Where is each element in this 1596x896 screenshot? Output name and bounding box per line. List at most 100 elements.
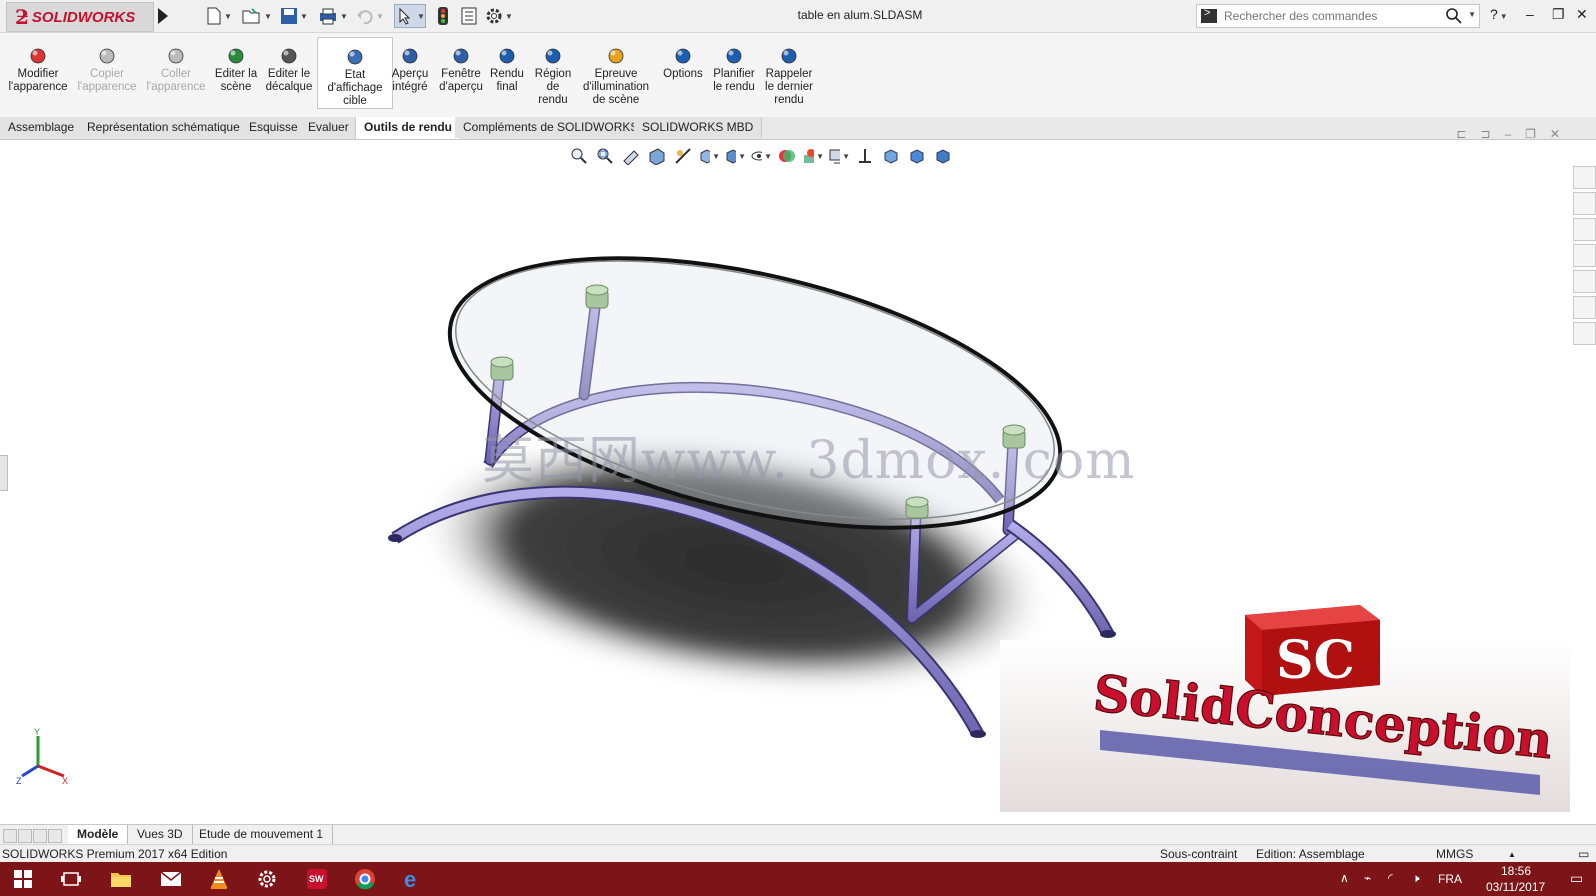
paste-appearance-icon — [165, 47, 187, 65]
edit-appearance-icon[interactable] — [776, 146, 798, 166]
model-tab-0[interactable]: Modèle — [68, 825, 129, 844]
ribbon-button-3[interactable]: Editer la scène — [214, 47, 258, 94]
file-properties-icon — [461, 7, 477, 25]
triad-y-label: Y — [34, 728, 40, 737]
notifications-icon[interactable]: ▭ — [1570, 870, 1583, 887]
ribbon-button-1[interactable]: Copier l'apparence — [76, 47, 138, 94]
section-view-icon[interactable] — [646, 146, 668, 166]
undo-button[interactable]: ▼ — [356, 6, 384, 26]
dynamic-annotation-icon[interactable] — [672, 146, 694, 166]
settings-gear-icon[interactable] — [244, 862, 290, 896]
file-properties-button[interactable] — [460, 6, 478, 26]
volume-icon[interactable]: 🕨 — [1412, 871, 1420, 886]
appearances-icon[interactable] — [1573, 270, 1596, 293]
ribbon-button-11[interactable]: Options — [661, 47, 705, 81]
forum-icon[interactable] — [1573, 322, 1596, 345]
file-explorer-icon[interactable] — [1573, 218, 1596, 241]
clock-time[interactable]: 18:56 — [1501, 864, 1531, 878]
help-icon[interactable]: ? ▼ — [1490, 6, 1508, 22]
ribbon-button-4[interactable]: Editer le décalque — [265, 47, 313, 94]
status-chat-icon[interactable]: ▭ — [1578, 847, 1589, 861]
unit-system-selector[interactable]: MMGS — [1436, 847, 1473, 861]
ribbon-button-12[interactable]: Planifier le rendu — [711, 47, 757, 94]
solidworks-logo[interactable]: ƻ SOLIDWORKS — [6, 2, 154, 32]
open-document-button[interactable]: ▼ — [242, 6, 272, 26]
view-orientation-icon[interactable]: ▼ — [698, 146, 720, 166]
ribbon-button-6[interactable]: Aperçu intégré — [390, 47, 430, 94]
ribbon-button-8[interactable]: Rendu final — [490, 47, 524, 94]
save-icon — [281, 8, 297, 24]
display-style-icon[interactable]: ▼ — [724, 146, 746, 166]
clock-date[interactable]: 03/11/2017 — [1486, 880, 1545, 894]
ribbon-button-label-line: Aperçu — [391, 68, 429, 80]
language-indicator[interactable]: FRA — [1438, 872, 1462, 886]
edge-icon[interactable]: e — [390, 862, 436, 896]
command-search-input[interactable] — [1222, 8, 1446, 24]
vlc-icon[interactable] — [196, 862, 242, 896]
ribbon-button-9[interactable]: Région de rendu — [533, 47, 573, 107]
ribbon-button-7[interactable]: Fenêtre d'aperçu — [438, 47, 484, 94]
tab-1[interactable]: Représentation schématique — [79, 117, 249, 138]
mail-icon[interactable] — [148, 862, 194, 896]
tab-4[interactable]: Outils de rendu — [355, 117, 462, 139]
search-icon[interactable] — [1445, 7, 1463, 25]
hide-show-items-icon[interactable]: ▼ — [750, 146, 772, 166]
isometric-view-icon[interactable] — [880, 146, 902, 166]
zoom-to-fit-icon[interactable] — [568, 146, 590, 166]
chrome-icon[interactable] — [342, 862, 388, 896]
units-caret-icon[interactable]: ▲ — [1508, 850, 1516, 859]
rebuild-button[interactable] — [437, 6, 449, 26]
save-button[interactable]: ▼ — [280, 6, 308, 26]
start-windows-icon[interactable] — [0, 862, 46, 896]
design-library-icon[interactable] — [1573, 192, 1596, 215]
ribbon-button-10[interactable]: Epreuve d'illumination de scène — [580, 47, 652, 107]
print-button[interactable]: ▼ — [318, 6, 348, 26]
file-explorer-taskbar-icon[interactable] — [98, 862, 144, 896]
wifi-icon[interactable]: ◜ — [1388, 871, 1393, 885]
tray-chevron-icon[interactable]: ∧ — [1340, 871, 1349, 885]
options-gear-button[interactable]: ▼ — [485, 6, 513, 26]
title-bar: ƻ SOLIDWORKS ▼ ▼ ▼ ▼ ▼ ▼ ▼ table en alum… — [0, 0, 1596, 33]
tab-5[interactable]: Compléments de SOLIDWORKS — [455, 117, 648, 138]
menu-expand-arrow-icon[interactable] — [158, 8, 168, 24]
new-document-button[interactable]: ▼ — [206, 6, 232, 26]
ribbon-button-2[interactable]: Coller l'apparence — [146, 47, 206, 94]
zoom-to-area-icon[interactable] — [594, 146, 616, 166]
minimize-icon[interactable]: ‒ — [1526, 6, 1534, 22]
select-button[interactable]: ▼ — [394, 4, 426, 28]
feature-manager-toggle[interactable] — [0, 455, 8, 491]
model-tab-2[interactable]: Etude de mouvement 1 — [190, 825, 334, 844]
network-icon[interactable]: ⌁ — [1364, 871, 1371, 885]
model-tab-1[interactable]: Vues 3D — [128, 825, 193, 844]
ribbon-button-13[interactable]: Rappeler le dernier rendu — [763, 47, 815, 107]
previous-view-icon[interactable] — [620, 146, 642, 166]
solidworks-taskbar-icon[interactable]: SW — [294, 862, 340, 896]
custom-properties-icon[interactable] — [1573, 296, 1596, 319]
viewport-window-controls[interactable]: ⊏⊐‒❐✕ — [1456, 127, 1574, 141]
view-palette-icon[interactable] — [1573, 244, 1596, 267]
top-view-icon[interactable] — [932, 146, 954, 166]
tab-6[interactable]: SOLIDWORKS MBD — [634, 117, 763, 138]
first-tab-arrow-icon[interactable] — [3, 829, 17, 843]
tab-3[interactable]: Evaluer — [300, 117, 358, 138]
view-settings-icon[interactable]: ▼ — [828, 146, 850, 166]
front-view-icon[interactable] — [906, 146, 928, 166]
ribbon-button-5[interactable]: Etat d'affichage cible — [317, 37, 393, 109]
svg-text:SW: SW — [309, 874, 324, 884]
close-icon[interactable]: ✕ — [1576, 6, 1588, 23]
print-icon — [320, 8, 336, 25]
document-title: table en alum.SLDASM — [797, 8, 923, 22]
apply-scene-icon[interactable]: ▼ — [802, 146, 824, 166]
restore-icon[interactable]: ❐ — [1552, 6, 1565, 23]
last-tab-arrow-icon[interactable] — [48, 829, 62, 843]
model-view-tabs: Modèle Vues 3D Etude de mouvement 1 — [0, 824, 1596, 845]
prev-tab-arrow-icon[interactable] — [18, 829, 32, 843]
next-tab-arrow-icon[interactable] — [33, 829, 47, 843]
ribbon-button-0[interactable]: Modifier l'apparence — [6, 47, 70, 94]
tab-2[interactable]: Esquisse — [241, 117, 307, 138]
tab-0[interactable]: Assemblage — [0, 117, 84, 138]
command-search-box[interactable]: ▼ — [1196, 4, 1480, 28]
home-icon[interactable] — [1573, 166, 1596, 189]
task-view-icon[interactable] — [48, 862, 94, 896]
normal-to-icon[interactable] — [854, 146, 876, 166]
